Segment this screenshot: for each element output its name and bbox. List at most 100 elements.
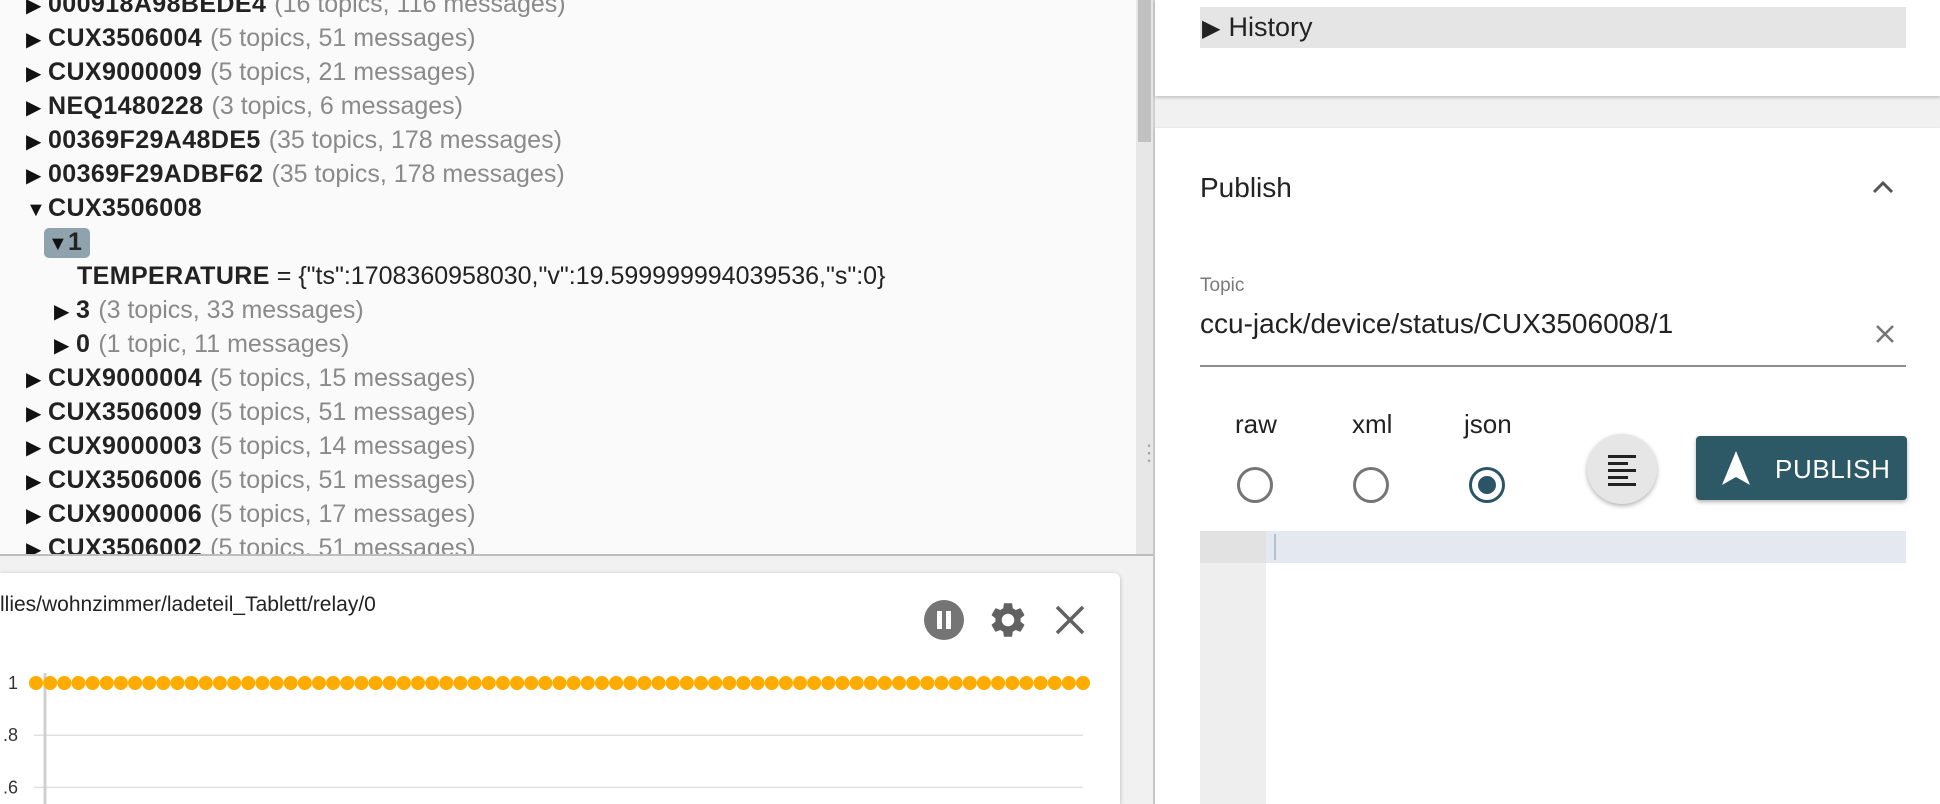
data-point	[1076, 676, 1090, 690]
data-point	[580, 676, 595, 690]
tree-leaf[interactable]: TEMPERATURE = {"ts":1708360958030,"v":19…	[77, 259, 885, 293]
tree-node[interactable]: ▶ CUX9000006 (5 topics, 17 messages)	[26, 497, 476, 531]
data-point	[326, 676, 341, 690]
data-point	[609, 676, 624, 690]
data-point	[693, 676, 708, 690]
tree-scrollbar-thumb[interactable]	[1138, 0, 1151, 142]
expand-arrow-icon[interactable]: ▶	[26, 363, 48, 397]
data-point	[241, 676, 256, 690]
tree-node-meta: (1 topic, 11 messages)	[98, 330, 350, 358]
data-point	[793, 676, 808, 690]
tree-node-name: 0	[76, 330, 91, 358]
expand-arrow-icon[interactable]: ▶	[26, 0, 48, 23]
data-point	[807, 676, 822, 690]
editor-gutter	[1200, 531, 1266, 804]
data-point	[113, 676, 128, 690]
y-tick-label: 1	[8, 673, 18, 693]
tree-node[interactable]: ▶ CUX9000009 (5 topics, 21 messages)	[26, 55, 476, 89]
history-toggle[interactable]: ▶ History	[1200, 7, 1906, 48]
tree-node[interactable]: ▶ 000918A98BEDE4 (16 topics, 116 messages)	[26, 0, 566, 21]
tree-node[interactable]: ▶ 00369F29ADBF62 (35 topics, 178 messages)	[26, 157, 565, 191]
data-point	[934, 676, 949, 690]
expand-arrow-icon[interactable]: ▶	[26, 431, 48, 465]
radio-xml[interactable]	[1353, 467, 1389, 503]
data-point	[849, 676, 864, 690]
tree-node-name: CUX3506008	[48, 194, 203, 222]
format-button[interactable]	[1587, 434, 1657, 504]
topic-input[interactable]	[1200, 306, 1860, 342]
tree-node-expanded[interactable]: ▼CUX3506008	[26, 191, 202, 225]
data-point	[651, 676, 666, 690]
expand-arrow-icon[interactable]: ▶	[26, 499, 48, 533]
tree-node[interactable]: ▶ CUX3506009 (5 topics, 51 messages)	[26, 395, 476, 429]
selected-node-highlight[interactable]: ▼1	[44, 228, 91, 258]
expand-arrow-icon[interactable]: ▶	[54, 329, 76, 363]
data-point	[71, 676, 86, 690]
data-point	[128, 676, 143, 690]
tree-node[interactable]: ▶ CUX3506006 (5 topics, 51 messages)	[26, 463, 476, 497]
data-point	[1005, 676, 1020, 690]
expand-arrow-icon[interactable]: ▶	[26, 125, 48, 159]
publish-button[interactable]: PUBLISH	[1696, 436, 1907, 500]
data-point	[510, 676, 525, 690]
editor-active-gutter	[1200, 531, 1266, 563]
tree-node[interactable]: ▶ CUX9000004 (5 topics, 15 messages)	[26, 361, 476, 395]
expand-arrow-icon[interactable]: ▶	[26, 533, 48, 555]
data-point	[976, 676, 991, 690]
tree-node-name: CUX9000006	[48, 500, 203, 528]
data-point	[184, 676, 199, 690]
tree-node[interactable]: ▶ 00369F29A48DE5 (35 topics, 178 messages)	[26, 123, 562, 157]
data-point	[566, 676, 581, 690]
expand-arrow-icon[interactable]: ▶	[54, 295, 76, 329]
expand-arrow-icon[interactable]: ▶	[26, 397, 48, 431]
expand-arrow-icon[interactable]: ▶	[26, 91, 48, 125]
collapse-arrow-icon[interactable]: ▼	[26, 193, 48, 227]
radio-raw[interactable]	[1237, 467, 1273, 503]
data-point	[57, 676, 72, 690]
data-point	[863, 676, 878, 690]
payload-editor[interactable]	[1200, 531, 1906, 804]
data-point	[1061, 676, 1076, 690]
data-point	[142, 676, 157, 690]
clear-icon[interactable]	[1875, 324, 1895, 344]
tree-node[interactable]: ▶ CUX3506004 (5 topics, 51 messages)	[26, 21, 476, 55]
tree-node[interactable]: ▶ NEQ1480228 (3 topics, 6 messages)	[26, 89, 463, 123]
tree-node-name: CUX3506009	[48, 398, 203, 426]
format-label-json: json	[1464, 409, 1512, 439]
collapse-arrow-icon[interactable]: ▼	[48, 230, 68, 258]
topic-underline	[1200, 365, 1906, 367]
splitter-handle-icon[interactable]: ⋮	[1138, 442, 1160, 483]
tree-node[interactable]: ▶ CUX9000003 (5 topics, 14 messages)	[26, 429, 476, 463]
chevron-up-icon[interactable]	[1872, 180, 1894, 194]
data-point	[99, 676, 114, 690]
data-point	[1019, 676, 1034, 690]
data-point	[453, 676, 468, 690]
data-point	[778, 676, 793, 690]
tree-node-name: 00369F29ADBF62	[48, 160, 264, 188]
data-point	[877, 676, 892, 690]
publish-card: Publish Topic raw xml json	[1155, 128, 1940, 804]
tree-node-selected[interactable]: ▼1	[44, 225, 91, 259]
expand-arrow-icon[interactable]: ▶	[26, 159, 48, 193]
data-point	[538, 676, 553, 690]
tree-node-name: CUX9000004	[48, 364, 203, 392]
data-point	[892, 676, 907, 690]
data-point	[269, 676, 284, 690]
tree-node-name: 00369F29A48DE5	[48, 126, 261, 154]
radio-json[interactable]	[1469, 467, 1505, 503]
data-point	[1047, 676, 1062, 690]
expand-arrow-icon[interactable]: ▶	[26, 57, 48, 91]
data-point	[156, 676, 171, 690]
tree-node-meta: (16 topics, 116 messages)	[274, 0, 566, 18]
expand-arrow-icon[interactable]: ▶	[26, 465, 48, 499]
tree-node[interactable]: ▶ CUX3506002 (5 topics, 51 messages)	[26, 531, 476, 555]
data-point	[948, 676, 963, 690]
data-point	[396, 676, 411, 690]
tree-node[interactable]: ▶ 0 (1 topic, 11 messages)	[54, 327, 349, 361]
expand-arrow-icon[interactable]: ▶	[26, 23, 48, 57]
data-point	[227, 676, 242, 690]
data-point	[255, 676, 270, 690]
tree-node[interactable]: ▶ 3 (3 topics, 33 messages)	[54, 293, 364, 327]
editor-active-line[interactable]	[1266, 531, 1906, 563]
data-point	[1033, 676, 1048, 690]
